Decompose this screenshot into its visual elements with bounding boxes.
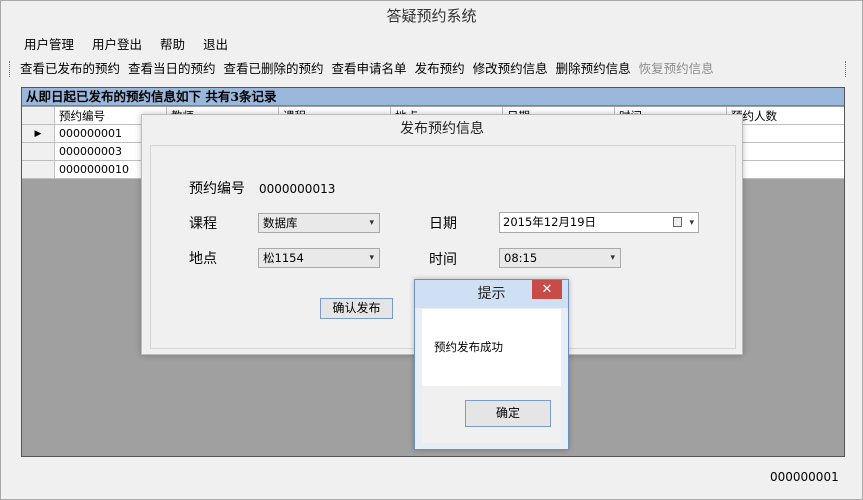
message-box-titlebar[interactable]: 提示 ✕ [415, 280, 568, 308]
tool-modify[interactable]: 修改预约信息 [469, 58, 552, 80]
time-select-value: 08:15 [504, 251, 538, 265]
cell-count[interactable] [727, 125, 844, 143]
tool-view-today[interactable]: 查看当日的预约 [124, 58, 220, 80]
chevron-down-icon: ▾ [369, 218, 374, 228]
tool-view-applicants[interactable]: 查看申请名单 [328, 58, 411, 80]
message-box-body: 预约发布成功 [422, 309, 561, 386]
id-label: 预约编号 [189, 181, 245, 197]
chevron-down-icon: ▾ [369, 253, 374, 263]
date-picker-value: 2015年12月19日 [503, 215, 597, 229]
cell-count[interactable] [727, 161, 844, 179]
menu-user-logout[interactable]: 用户登出 [83, 35, 151, 55]
date-label: 日期 [429, 216, 457, 232]
time-label: 时间 [429, 252, 457, 268]
grid-corner[interactable] [22, 107, 55, 125]
cell-count[interactable] [727, 143, 844, 161]
panel-header: 从即日起已发布的预约信息如下 共有3条记录 [22, 88, 844, 106]
current-row-indicator[interactable]: ▶ [22, 125, 55, 143]
toolbar-overflow-grip[interactable] [845, 61, 849, 77]
tool-view-published[interactable]: 查看已发布的预约 [16, 58, 124, 80]
window-title: 答疑预约系统 [386, 7, 477, 25]
calendar-icon[interactable] [673, 217, 682, 227]
tool-restore: 恢复预约信息 [638, 61, 714, 76]
course-select-value: 数据库 [263, 216, 298, 230]
confirm-publish-button[interactable]: 确认发布 [320, 298, 393, 319]
tool-publish[interactable]: 发布预约 [411, 58, 469, 80]
toolbar-grip[interactable] [9, 61, 12, 77]
menu-user-management[interactable]: 用户管理 [15, 35, 83, 55]
tool-view-deleted[interactable]: 查看已删除的预约 [220, 58, 328, 80]
menu-help[interactable]: 帮助 [151, 35, 194, 55]
ok-button[interactable]: 确定 [465, 400, 551, 427]
location-select-value: 松1154 [263, 251, 304, 265]
chevron-down-icon: ▾ [610, 253, 615, 263]
chevron-down-icon[interactable]: ▾ [689, 214, 694, 233]
message-box: 提示 ✕ 预约发布成功 确定 [414, 279, 569, 450]
column-header-count[interactable]: 预约人数 [727, 107, 844, 125]
row-header[interactable] [22, 143, 55, 161]
tool-delete[interactable]: 删除预约信息 [552, 58, 635, 80]
menu-exit[interactable]: 退出 [194, 35, 237, 55]
time-select[interactable]: 08:15 ▾ [499, 248, 621, 268]
menu-bar: 用户管理 用户登出 帮助 退出 [15, 35, 237, 55]
course-select[interactable]: 数据库 ▾ [258, 213, 380, 233]
id-value: 0000000013 [259, 182, 336, 196]
status-user-id: 000000001 [770, 470, 839, 484]
date-picker[interactable]: 2015年12月19日 ▾ [499, 212, 699, 233]
message-text: 预约发布成功 [434, 340, 503, 354]
toolbar: 查看已发布的预约 查看当日的预约 查看已删除的预约 查看申请名单 发布预约 修改… [9, 58, 849, 80]
close-icon[interactable]: ✕ [532, 280, 562, 299]
location-select[interactable]: 松1154 ▾ [258, 248, 380, 268]
row-header[interactable] [22, 161, 55, 179]
publish-dialog-title[interactable]: 发布预约信息 [142, 115, 742, 143]
course-label: 课程 [189, 216, 217, 232]
location-label: 地点 [189, 251, 217, 267]
message-box-footer: 确定 [422, 386, 561, 443]
